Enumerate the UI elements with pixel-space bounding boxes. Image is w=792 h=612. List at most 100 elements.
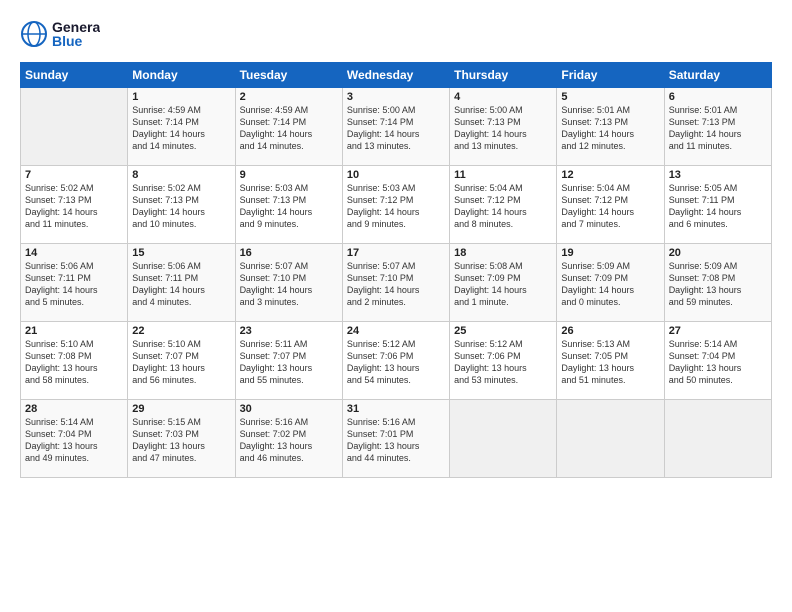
day-number: 30 [240, 403, 338, 415]
calendar-cell: 1Sunrise: 4:59 AM Sunset: 7:14 PM Daylig… [128, 88, 235, 166]
week-row-5: 28Sunrise: 5:14 AM Sunset: 7:04 PM Dayli… [21, 400, 772, 478]
calendar-cell: 22Sunrise: 5:10 AM Sunset: 7:07 PM Dayli… [128, 322, 235, 400]
day-info: Sunrise: 5:12 AM Sunset: 7:06 PM Dayligh… [347, 338, 445, 387]
calendar-cell [21, 88, 128, 166]
calendar-cell: 25Sunrise: 5:12 AM Sunset: 7:06 PM Dayli… [450, 322, 557, 400]
day-info: Sunrise: 5:13 AM Sunset: 7:05 PM Dayligh… [561, 338, 659, 387]
day-info: Sunrise: 5:04 AM Sunset: 7:12 PM Dayligh… [561, 182, 659, 231]
day-info: Sunrise: 5:06 AM Sunset: 7:11 PM Dayligh… [25, 260, 123, 309]
day-info: Sunrise: 5:10 AM Sunset: 7:08 PM Dayligh… [25, 338, 123, 387]
day-number: 28 [25, 403, 123, 415]
calendar-cell: 12Sunrise: 5:04 AM Sunset: 7:12 PM Dayli… [557, 166, 664, 244]
day-info: Sunrise: 4:59 AM Sunset: 7:14 PM Dayligh… [132, 104, 230, 153]
day-number: 26 [561, 325, 659, 337]
day-number: 24 [347, 325, 445, 337]
day-number: 23 [240, 325, 338, 337]
day-number: 18 [454, 247, 552, 259]
logo-svg: GeneralBlue [20, 16, 100, 52]
day-number: 19 [561, 247, 659, 259]
day-number: 3 [347, 91, 445, 103]
day-number: 4 [454, 91, 552, 103]
calendar-cell [450, 400, 557, 478]
day-info: Sunrise: 5:15 AM Sunset: 7:03 PM Dayligh… [132, 416, 230, 465]
calendar-cell: 7Sunrise: 5:02 AM Sunset: 7:13 PM Daylig… [21, 166, 128, 244]
day-info: Sunrise: 5:05 AM Sunset: 7:11 PM Dayligh… [669, 182, 767, 231]
day-info: Sunrise: 5:07 AM Sunset: 7:10 PM Dayligh… [347, 260, 445, 309]
day-number: 8 [132, 169, 230, 181]
day-number: 13 [669, 169, 767, 181]
day-info: Sunrise: 5:01 AM Sunset: 7:13 PM Dayligh… [669, 104, 767, 153]
week-row-4: 21Sunrise: 5:10 AM Sunset: 7:08 PM Dayli… [21, 322, 772, 400]
logo: GeneralBlue [20, 16, 100, 52]
day-info: Sunrise: 5:16 AM Sunset: 7:01 PM Dayligh… [347, 416, 445, 465]
day-number: 17 [347, 247, 445, 259]
col-header-tuesday: Tuesday [235, 63, 342, 88]
day-info: Sunrise: 5:01 AM Sunset: 7:13 PM Dayligh… [561, 104, 659, 153]
calendar-cell: 11Sunrise: 5:04 AM Sunset: 7:12 PM Dayli… [450, 166, 557, 244]
day-number: 10 [347, 169, 445, 181]
calendar-cell: 16Sunrise: 5:07 AM Sunset: 7:10 PM Dayli… [235, 244, 342, 322]
day-info: Sunrise: 5:14 AM Sunset: 7:04 PM Dayligh… [669, 338, 767, 387]
day-number: 7 [25, 169, 123, 181]
calendar-cell: 13Sunrise: 5:05 AM Sunset: 7:11 PM Dayli… [664, 166, 771, 244]
day-info: Sunrise: 5:16 AM Sunset: 7:02 PM Dayligh… [240, 416, 338, 465]
calendar-cell: 9Sunrise: 5:03 AM Sunset: 7:13 PM Daylig… [235, 166, 342, 244]
calendar-cell: 20Sunrise: 5:09 AM Sunset: 7:08 PM Dayli… [664, 244, 771, 322]
calendar-cell: 17Sunrise: 5:07 AM Sunset: 7:10 PM Dayli… [342, 244, 449, 322]
day-number: 29 [132, 403, 230, 415]
day-number: 2 [240, 91, 338, 103]
day-number: 21 [25, 325, 123, 337]
day-number: 25 [454, 325, 552, 337]
col-header-sunday: Sunday [21, 63, 128, 88]
day-number: 6 [669, 91, 767, 103]
day-info: Sunrise: 5:12 AM Sunset: 7:06 PM Dayligh… [454, 338, 552, 387]
calendar-table: SundayMondayTuesdayWednesdayThursdayFrid… [20, 62, 772, 478]
calendar-cell [664, 400, 771, 478]
day-number: 1 [132, 91, 230, 103]
calendar-cell: 6Sunrise: 5:01 AM Sunset: 7:13 PM Daylig… [664, 88, 771, 166]
calendar-cell: 3Sunrise: 5:00 AM Sunset: 7:14 PM Daylig… [342, 88, 449, 166]
day-info: Sunrise: 5:14 AM Sunset: 7:04 PM Dayligh… [25, 416, 123, 465]
calendar-cell: 2Sunrise: 4:59 AM Sunset: 7:14 PM Daylig… [235, 88, 342, 166]
day-number: 12 [561, 169, 659, 181]
col-header-friday: Friday [557, 63, 664, 88]
calendar-cell: 31Sunrise: 5:16 AM Sunset: 7:01 PM Dayli… [342, 400, 449, 478]
calendar-cell: 24Sunrise: 5:12 AM Sunset: 7:06 PM Dayli… [342, 322, 449, 400]
day-info: Sunrise: 5:03 AM Sunset: 7:12 PM Dayligh… [347, 182, 445, 231]
day-number: 20 [669, 247, 767, 259]
calendar-cell: 14Sunrise: 5:06 AM Sunset: 7:11 PM Dayli… [21, 244, 128, 322]
day-number: 16 [240, 247, 338, 259]
calendar-cell: 21Sunrise: 5:10 AM Sunset: 7:08 PM Dayli… [21, 322, 128, 400]
day-info: Sunrise: 5:11 AM Sunset: 7:07 PM Dayligh… [240, 338, 338, 387]
day-info: Sunrise: 5:10 AM Sunset: 7:07 PM Dayligh… [132, 338, 230, 387]
calendar-cell: 26Sunrise: 5:13 AM Sunset: 7:05 PM Dayli… [557, 322, 664, 400]
day-number: 15 [132, 247, 230, 259]
day-info: Sunrise: 5:09 AM Sunset: 7:08 PM Dayligh… [669, 260, 767, 309]
header: GeneralBlue [20, 16, 772, 52]
col-header-monday: Monday [128, 63, 235, 88]
day-info: Sunrise: 5:09 AM Sunset: 7:09 PM Dayligh… [561, 260, 659, 309]
day-number: 14 [25, 247, 123, 259]
svg-text:Blue: Blue [52, 33, 83, 49]
day-info: Sunrise: 5:02 AM Sunset: 7:13 PM Dayligh… [132, 182, 230, 231]
week-row-2: 7 Sunrise: 5:02 AM Sunset: 7:13 PM Daylig… [21, 166, 772, 244]
calendar-cell: 10Sunrise: 5:03 AM Sunset: 7:12 PM Dayli… [342, 166, 449, 244]
calendar-cell: 27Sunrise: 5:14 AM Sunset: 7:04 PM Dayli… [664, 322, 771, 400]
col-header-saturday: Saturday [664, 63, 771, 88]
week-row-3: 14Sunrise: 5:06 AM Sunset: 7:11 PM Dayli… [21, 244, 772, 322]
day-info: Sunrise: 5:00 AM Sunset: 7:14 PM Dayligh… [347, 104, 445, 153]
calendar-cell: 28Sunrise: 5:14 AM Sunset: 7:04 PM Dayli… [21, 400, 128, 478]
day-info: Sunrise: 5:04 AM Sunset: 7:12 PM Dayligh… [454, 182, 552, 231]
header-row: SundayMondayTuesdayWednesdayThursdayFrid… [21, 63, 772, 88]
calendar-cell: 19Sunrise: 5:09 AM Sunset: 7:09 PM Dayli… [557, 244, 664, 322]
day-number: 27 [669, 325, 767, 337]
day-number: 31 [347, 403, 445, 415]
calendar-page: GeneralBlue SundayMondayTuesdayWednesday… [0, 0, 792, 612]
day-number: 9 [240, 169, 338, 181]
calendar-cell: 23Sunrise: 5:11 AM Sunset: 7:07 PM Dayli… [235, 322, 342, 400]
day-number: 5 [561, 91, 659, 103]
day-number: 22 [132, 325, 230, 337]
day-info: Sunrise: 5:08 AM Sunset: 7:09 PM Dayligh… [454, 260, 552, 309]
day-info: Sunrise: 5:00 AM Sunset: 7:13 PM Dayligh… [454, 104, 552, 153]
calendar-cell [557, 400, 664, 478]
